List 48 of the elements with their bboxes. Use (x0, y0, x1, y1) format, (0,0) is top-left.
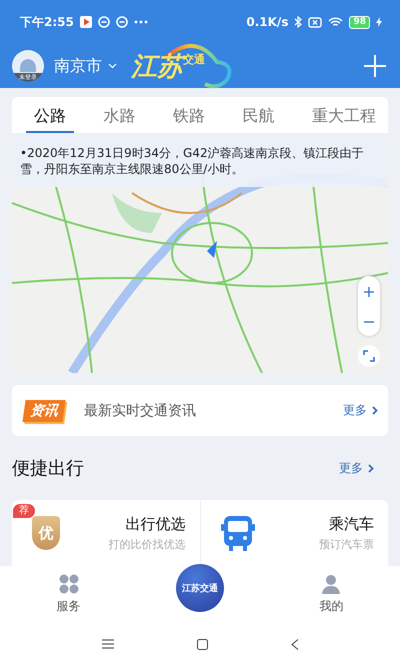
tab[interactable]: 铁路 (165, 97, 213, 133)
status-time: 下午2:55 (20, 14, 74, 30)
nav-item[interactable]: 我的 (301, 574, 362, 614)
tab[interactable]: 重大工程 (304, 97, 384, 133)
option-subtitle: 打的比价找优选 (108, 536, 186, 552)
more-icon (134, 20, 148, 24)
play-icon (80, 16, 92, 28)
recommend-tag: 荐 (13, 504, 35, 518)
bus-icon (220, 514, 254, 552)
network-speed: 0.1K/s (246, 15, 288, 29)
option-title: 出行优选 (126, 514, 186, 534)
news-badge: 资讯 (22, 400, 66, 422)
circle-icon (116, 16, 128, 28)
section-title: 便捷出行 (12, 457, 84, 480)
back-icon[interactable] (290, 638, 298, 650)
more-link[interactable]: 更多 (339, 460, 374, 476)
battery-indicator: 98 (349, 16, 370, 28)
wifi-icon (328, 16, 344, 28)
chevron-right-icon (368, 464, 374, 472)
grid-icon (58, 574, 79, 594)
menu-icon[interactable] (102, 639, 114, 649)
sim-icon (308, 16, 322, 28)
travel-option[interactable]: 荐 优 出行优选 打的比价找优选 (12, 500, 200, 566)
charging-icon (376, 17, 382, 27)
option-subtitle: 预订汽车票 (319, 536, 374, 552)
circle-icon (98, 16, 110, 28)
home-square-icon[interactable] (196, 638, 208, 650)
zoom-out-button[interactable]: − (358, 306, 380, 336)
news-card[interactable]: 资讯 最新实时交通资讯 更多 (12, 385, 388, 436)
bluetooth-icon (294, 16, 302, 28)
chevron-down-icon (108, 63, 117, 69)
expand-icon (363, 350, 375, 362)
option-title: 乘汽车 (329, 514, 374, 534)
person-icon (321, 574, 342, 594)
tab[interactable]: 水路 (96, 97, 144, 133)
home-globe-button[interactable]: 江苏交通 (176, 564, 224, 612)
zoom-in-button[interactable]: + (358, 276, 380, 306)
fullscreen-button[interactable] (358, 345, 380, 367)
chevron-right-icon (372, 406, 378, 415)
shield-label: 优 (38, 524, 54, 542)
more-link[interactable]: 更多 (343, 402, 378, 419)
nav-item[interactable]: 服务 (38, 574, 99, 614)
traffic-notice: •2020年12月31日9时34分，G42沪蓉高速南京段、镇江段由于雪，丹阳东至南京主线限速80公里/小时。 (12, 133, 388, 187)
person-icon (18, 58, 38, 72)
news-text: 最新实时交通资讯 (84, 402, 196, 420)
tab[interactable]: 民航 (234, 97, 282, 133)
add-icon[interactable] (364, 55, 386, 77)
city-selector[interactable]: 南京市 (54, 56, 117, 76)
